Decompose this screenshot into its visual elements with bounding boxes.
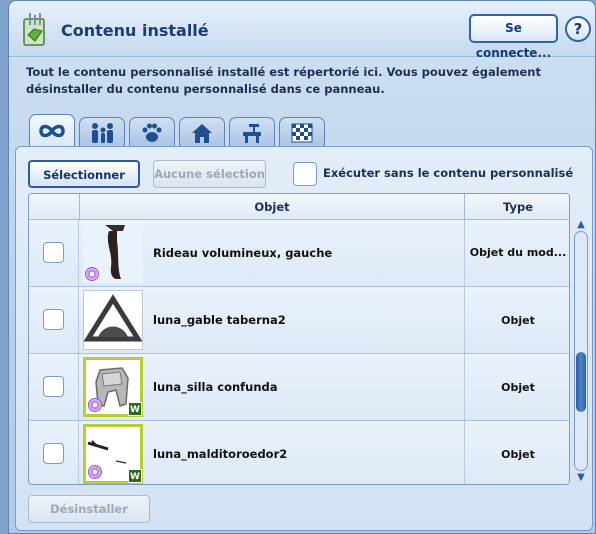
content-package-icon	[23, 13, 45, 46]
select-none-button[interactable]: Aucune sélection	[153, 160, 266, 188]
item-type: Objet	[501, 448, 535, 461]
family-icon	[92, 122, 113, 143]
tab-patterns[interactable]	[279, 117, 325, 147]
house-icon	[192, 123, 212, 143]
column-header-type[interactable]: Type	[464, 194, 569, 220]
custom-content-icon	[85, 267, 99, 281]
item-type: Objet	[501, 381, 535, 394]
item-name: luna_gable taberna2	[153, 313, 286, 327]
item-thumbnail: W	[83, 424, 143, 484]
tab-objects[interactable]	[229, 117, 275, 147]
connect-button[interactable]: Se connecte...	[469, 14, 558, 60]
row-checkbox[interactable]	[43, 443, 64, 464]
item-type: Objet	[501, 314, 535, 327]
content-panel: Sélectionner tout Aucune sélection Exécu…	[15, 146, 593, 531]
run-without-cc-label: Exécuter sans le contenu personnalisé	[323, 166, 574, 180]
table-scrollbar[interactable]: ▲ ▼	[574, 219, 588, 485]
gable-thumbnail	[83, 294, 143, 342]
item-thumbnail: W	[83, 357, 143, 417]
row-checkbox[interactable]	[43, 242, 64, 263]
world-badge-icon: W	[128, 402, 142, 416]
paw-icon	[142, 123, 162, 142]
pattern-icon	[291, 123, 313, 142]
tab-all-content[interactable]	[29, 114, 75, 147]
tab-sims[interactable]	[79, 117, 125, 147]
table-header: Objet Type	[29, 194, 569, 220]
tab-lots[interactable]	[179, 117, 225, 147]
item-name: Rideau volumineux, gauche	[153, 246, 333, 260]
table-row[interactable]: W luna_silla confunda Objet	[29, 354, 569, 421]
item-thumbnail	[83, 223, 143, 283]
table-row[interactable]: luna_gable taberna2 Objet	[29, 287, 569, 354]
world-badge-icon: W	[128, 469, 142, 483]
item-thumbnail	[83, 290, 143, 350]
custom-content-icon	[88, 465, 102, 479]
description-text: Tout le contenu personnalisé installé es…	[26, 65, 541, 96]
scroll-thumb[interactable]	[576, 352, 586, 412]
scroll-up-icon[interactable]: ▲	[574, 219, 588, 231]
custom-content-icon	[88, 398, 102, 412]
item-name: luna_silla confunda	[153, 380, 278, 394]
help-button[interactable]: ?	[565, 16, 591, 42]
table-row[interactable]: Rideau volumineux, gauche Objet du mod..…	[29, 220, 569, 287]
scroll-track[interactable]	[574, 231, 588, 471]
table-row[interactable]: W luna_malditoroedor2 Objet	[29, 421, 569, 484]
content-table: Objet Type Rideau volumineux, gauche Obj…	[28, 193, 570, 485]
row-checkbox[interactable]	[43, 309, 64, 330]
title-bar: Contenu installé Se connecte... ?	[9, 1, 595, 60]
item-name: luna_malditoroedor2	[153, 447, 288, 461]
installed-content-window: Contenu installé Se connecte... ? Tout l…	[8, 0, 596, 534]
uninstall-button[interactable]: Désinstaller	[28, 495, 150, 523]
column-header-check	[29, 194, 79, 220]
column-header-object[interactable]: Objet	[79, 194, 464, 220]
window-title: Contenu installé	[61, 21, 209, 40]
select-all-button[interactable]: Sélectionner tout	[28, 160, 140, 208]
run-without-cc-checkbox[interactable]	[293, 162, 317, 186]
scroll-down-icon[interactable]: ▼	[574, 472, 588, 484]
row-checkbox[interactable]	[43, 376, 64, 397]
item-type: Objet du mod...	[469, 246, 567, 259]
chair-icon	[243, 123, 261, 143]
tab-pets[interactable]	[129, 117, 175, 147]
infinity-icon	[39, 124, 65, 138]
